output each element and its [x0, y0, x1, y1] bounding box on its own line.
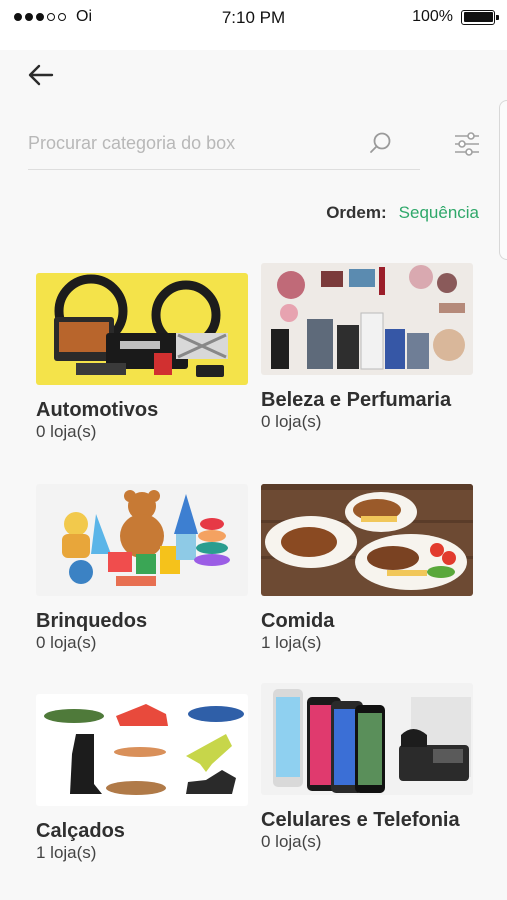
search-icon[interactable] — [368, 130, 394, 156]
category-title: Brinquedos — [36, 610, 148, 632]
back-button[interactable] — [24, 60, 58, 90]
side-drawer-handle[interactable] — [499, 100, 507, 260]
category-count: 0 loja(s) — [36, 633, 97, 652]
filter-sliders-icon[interactable] — [452, 130, 482, 158]
category-image — [36, 694, 248, 806]
search-bar — [28, 122, 420, 170]
search-input[interactable] — [28, 128, 358, 158]
category-image — [261, 263, 473, 375]
category-card-comida[interactable]: Comida 1 loja(s) — [261, 484, 473, 653]
battery-percent: 100% — [412, 8, 453, 25]
category-card-beleza-e-perfumaria[interactable]: Beleza e Perfumaria 0 loja(s) — [261, 263, 473, 432]
category-image — [261, 484, 473, 596]
status-bar: Oi 7:10 PM 100% — [0, 0, 507, 36]
category-count: 0 loja(s) — [261, 412, 322, 431]
category-image — [261, 683, 473, 795]
arrow-left-icon — [28, 64, 54, 86]
category-image — [36, 273, 248, 385]
category-count: 1 loja(s) — [261, 633, 322, 652]
category-title: Comida — [261, 610, 335, 632]
category-title: Automotivos — [36, 399, 159, 421]
category-title: Celulares e Telefonia — [261, 809, 460, 831]
category-image — [36, 484, 248, 596]
order-select[interactable]: Sequência — [399, 203, 479, 223]
category-card-brinquedos[interactable]: Brinquedos 0 loja(s) — [36, 484, 248, 653]
category-title: Calçados — [36, 820, 125, 842]
order-row: Ordem: Sequência — [326, 203, 479, 223]
category-count: 0 loja(s) — [36, 422, 97, 441]
category-count: 0 loja(s) — [261, 832, 322, 851]
battery-indicator: 100% — [412, 8, 499, 26]
category-card-calcados[interactable]: Calçados 1 loja(s) — [36, 694, 248, 863]
category-count: 1 loja(s) — [36, 843, 97, 862]
category-card-automotivos[interactable]: Automotivos 0 loja(s) — [36, 273, 248, 442]
battery-icon — [461, 9, 499, 25]
category-card-celulares-e-telefonia[interactable]: Celulares e Telefonia 0 loja(s) — [261, 683, 473, 852]
order-label: Ordem: — [326, 203, 387, 222]
category-title: Beleza e Perfumaria — [261, 389, 452, 411]
